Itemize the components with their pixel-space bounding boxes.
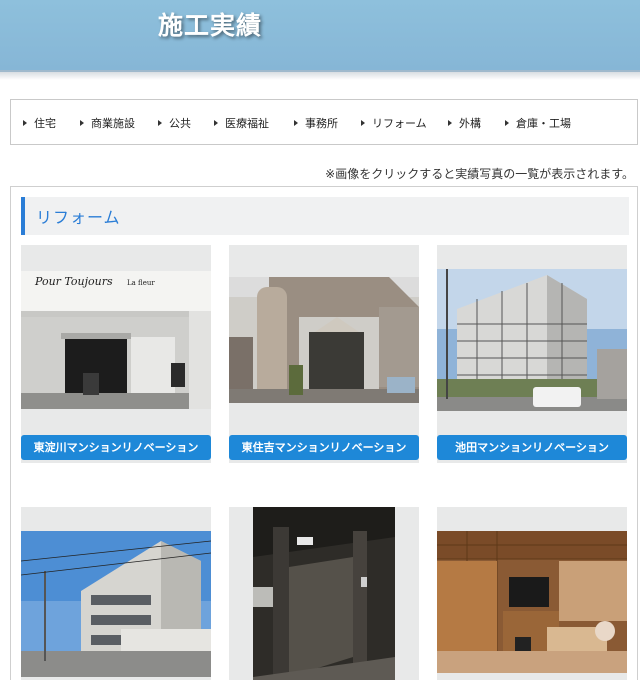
work-card[interactable]: 東住吉マンションリノベーション [229,245,419,463]
nav-item-housing[interactable]: 住宅 [23,115,56,131]
page-header: 施工実績 [0,0,640,72]
click-notice: ※画像をクリックすると実績写真の一覧が表示されます。 [325,167,634,181]
nav-item-public[interactable]: 公共 [158,115,191,131]
nav-item-warehouse[interactable]: 倉庫・工場 [505,115,571,131]
arrow-right-icon [23,120,27,126]
arrow-right-icon [80,120,84,126]
nav-item-exterior[interactable]: 外構 [448,115,481,131]
work-card[interactable]: 池田マンションリノベーション [437,245,627,463]
section-title: リフォーム [36,208,121,227]
nav-item-reform[interactable]: リフォーム [361,115,427,131]
work-photo[interactable] [229,277,419,403]
sign-sub-text: La fleur [127,279,155,287]
section-header: リフォーム [21,197,629,235]
work-card[interactable] [229,507,419,680]
work-title-button[interactable]: 池田マンションリノベーション [437,435,627,460]
works-content: リフォーム Pour Toujours La fleur 東淀川マンションリノベ… [10,186,638,680]
work-title-button[interactable]: 東住吉マンションリノベーション [229,435,419,460]
work-card[interactable] [21,507,211,680]
work-photo[interactable] [437,531,627,673]
work-card[interactable]: Pour Toujours La fleur 東淀川マンションリノベーション [21,245,211,463]
arrow-right-icon [294,120,298,126]
nav-item-office[interactable]: 事務所 [294,115,338,131]
work-photo[interactable]: Pour Toujours La fleur [21,271,211,409]
work-photo[interactable] [437,269,627,411]
arrow-right-icon [214,120,218,126]
work-card[interactable] [437,507,627,680]
category-nav: 住宅 商業施設 公共 医療福祉 事務所 リフォーム 外構 倉庫・工場 [10,99,638,145]
arrow-right-icon [361,120,365,126]
work-title-button[interactable]: 東淀川マンションリノベーション [21,435,211,460]
page-title: 施工実績 [158,11,263,40]
nav-item-medical[interactable]: 医療福祉 [214,115,269,131]
nav-item-commercial[interactable]: 商業施設 [80,115,135,131]
sign-text: Pour Toujours [34,275,113,288]
arrow-right-icon [158,120,162,126]
work-photo[interactable] [21,531,211,677]
header-shadow [0,72,640,80]
arrow-right-icon [505,120,509,126]
work-photo[interactable] [253,507,395,680]
arrow-right-icon [448,120,452,126]
